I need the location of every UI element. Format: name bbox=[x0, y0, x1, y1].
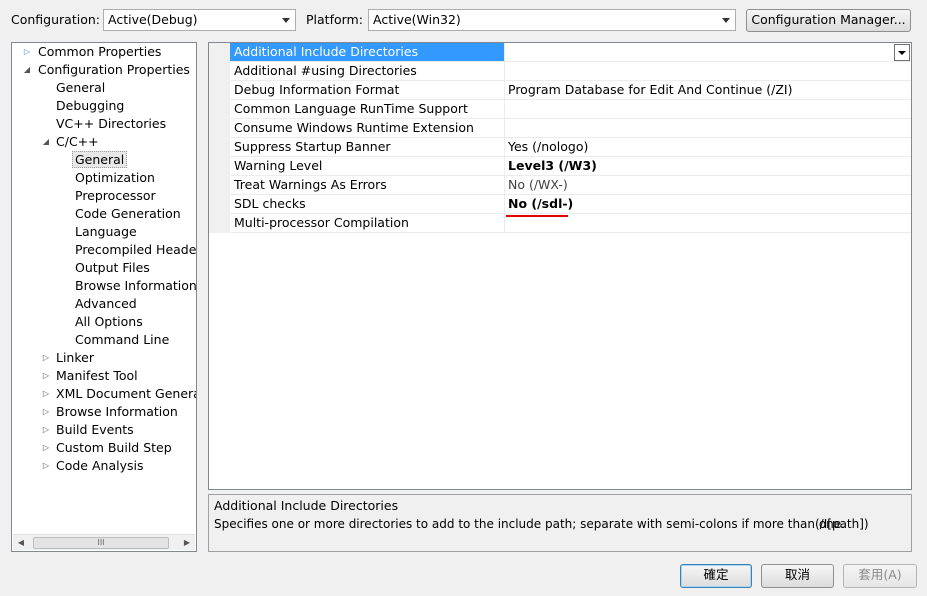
property-value[interactable] bbox=[504, 43, 911, 62]
property-name: Warning Level bbox=[230, 157, 504, 176]
property-row[interactable]: Debug Information Format Program Databas… bbox=[209, 81, 911, 100]
row-gutter bbox=[209, 138, 230, 157]
property-name: Consume Windows Runtime Extension bbox=[230, 119, 504, 138]
platform-value: Active(Win32) bbox=[373, 12, 461, 27]
tree-item-custom-build-step[interactable]: ▷ Custom Build Step bbox=[41, 439, 174, 457]
expand-arrow-icon[interactable]: ▷ bbox=[41, 461, 51, 471]
property-row[interactable]: Warning Level Level3 (/W3) bbox=[209, 157, 911, 176]
tree-item-cpp-all-options[interactable]: All Options bbox=[73, 313, 145, 331]
row-gutter bbox=[209, 214, 230, 233]
tree-item-cpp-browse-information[interactable]: Browse Information bbox=[73, 277, 196, 295]
property-row[interactable]: Additional #using Directories bbox=[209, 62, 911, 81]
scrollbar-thumb[interactable]: III bbox=[33, 537, 169, 549]
tree-item-cpp-output-files[interactable]: Output Files bbox=[73, 259, 152, 277]
tree-item-common-properties[interactable]: ▷ Common Properties bbox=[22, 43, 163, 61]
tree-item-browse-information[interactable]: ▷ Browse Information bbox=[41, 403, 180, 421]
property-name: Common Language RunTime Support bbox=[230, 100, 504, 119]
tree-item-manifest-tool[interactable]: ▷ Manifest Tool bbox=[41, 367, 140, 385]
collapse-arrow-icon[interactable]: ◢ bbox=[22, 65, 32, 75]
property-value[interactable] bbox=[504, 119, 911, 138]
row-gutter bbox=[209, 176, 230, 195]
property-row[interactable]: Additional Include Directories bbox=[209, 43, 911, 62]
annotation-underline bbox=[506, 215, 568, 217]
row-gutter bbox=[209, 81, 230, 100]
property-name: Debug Information Format bbox=[230, 81, 504, 100]
ok-button[interactable]: 確定 bbox=[680, 564, 752, 588]
tree-item-configuration-properties[interactable]: ◢ Configuration Properties bbox=[22, 61, 192, 79]
expand-arrow-icon[interactable]: ▷ bbox=[41, 425, 51, 435]
tree-item-code-analysis[interactable]: ▷ Code Analysis bbox=[41, 457, 145, 475]
property-name: SDL checks bbox=[230, 195, 504, 214]
expand-arrow-icon[interactable]: ▷ bbox=[41, 407, 51, 417]
cancel-button[interactable]: 取消 bbox=[761, 564, 834, 588]
platform-select[interactable]: Active(Win32) bbox=[368, 9, 736, 31]
tree-item-cpp-general[interactable]: General bbox=[72, 151, 128, 169]
chevron-down-icon bbox=[898, 51, 906, 55]
description-body: Specifies one or more directories to add… bbox=[214, 517, 845, 531]
tree-item-cpp-precompiled-headers[interactable]: Precompiled Headers bbox=[73, 241, 196, 259]
row-gutter bbox=[209, 195, 230, 214]
property-name: Treat Warnings As Errors bbox=[230, 176, 504, 195]
property-row[interactable]: Treat Warnings As Errors No (/WX-) bbox=[209, 176, 911, 195]
tree-item-linker[interactable]: ▷ Linker bbox=[41, 349, 96, 367]
property-value[interactable] bbox=[504, 62, 911, 81]
property-row[interactable]: SDL checks No (/sdl-) bbox=[209, 195, 911, 214]
value-dropdown-button[interactable] bbox=[894, 44, 910, 61]
property-name: Additional Include Directories bbox=[230, 43, 504, 62]
collapse-arrow-icon[interactable]: ◢ bbox=[41, 137, 51, 147]
property-value[interactable]: Level3 (/W3) bbox=[504, 157, 911, 176]
property-row[interactable]: Consume Windows Runtime Extension bbox=[209, 119, 911, 138]
property-row[interactable]: Suppress Startup Banner Yes (/nologo) bbox=[209, 138, 911, 157]
tree-item-c-cpp[interactable]: ◢ C/C++ bbox=[41, 133, 101, 151]
property-value[interactable]: No (/WX-) bbox=[504, 176, 911, 195]
tree-item-cpp-language[interactable]: Language bbox=[73, 223, 139, 241]
tree-item-cpp-code-generation[interactable]: Code Generation bbox=[73, 205, 183, 223]
apply-button[interactable]: 套用(A) bbox=[843, 564, 917, 588]
tree-item-cpp-command-line[interactable]: Command Line bbox=[73, 331, 171, 349]
expand-arrow-icon[interactable]: ▷ bbox=[41, 389, 51, 399]
property-tree[interactable]: ▷ Common Properties ◢ Configuration Prop… bbox=[11, 42, 197, 552]
property-value[interactable]: No (/sdl-) bbox=[504, 195, 911, 214]
property-row[interactable]: Common Language RunTime Support bbox=[209, 100, 911, 119]
platform-label: Platform: bbox=[306, 12, 363, 27]
tree-horizontal-scrollbar[interactable]: ◀ III ▶ bbox=[13, 534, 195, 550]
tree-item-cpp-optimization[interactable]: Optimization bbox=[73, 169, 157, 187]
description-switch: (/I[path]) bbox=[815, 517, 869, 531]
tree-item-general[interactable]: General bbox=[54, 79, 107, 97]
configuration-manager-button[interactable]: Configuration Manager... bbox=[746, 9, 911, 32]
description-panel: Additional Include Directories Specifies… bbox=[208, 494, 912, 552]
configuration-value: Active(Debug) bbox=[108, 12, 198, 27]
expand-arrow-icon[interactable]: ▷ bbox=[41, 353, 51, 363]
scroll-left-icon[interactable]: ◀ bbox=[13, 535, 29, 551]
chevron-down-icon bbox=[722, 18, 730, 23]
scroll-right-icon[interactable]: ▶ bbox=[179, 535, 195, 551]
row-gutter bbox=[209, 119, 230, 138]
expand-arrow-icon[interactable]: ▷ bbox=[41, 443, 51, 453]
row-gutter bbox=[209, 100, 230, 119]
configuration-select[interactable]: Active(Debug) bbox=[103, 9, 296, 31]
row-gutter bbox=[209, 43, 230, 62]
expand-arrow-icon[interactable]: ▷ bbox=[22, 47, 32, 57]
configuration-label: Configuration: bbox=[11, 12, 100, 27]
property-value[interactable] bbox=[504, 100, 911, 119]
property-value[interactable]: Yes (/nologo) bbox=[504, 138, 911, 157]
expand-arrow-icon[interactable]: ▷ bbox=[41, 371, 51, 381]
row-gutter bbox=[209, 62, 230, 81]
property-grid[interactable]: Additional Include Directories Additiona… bbox=[208, 42, 912, 490]
tree-item-cpp-preprocessor[interactable]: Preprocessor bbox=[73, 187, 158, 205]
property-name: Additional #using Directories bbox=[230, 62, 504, 81]
tree-item-cpp-advanced[interactable]: Advanced bbox=[73, 295, 139, 313]
property-name: Multi-processor Compilation bbox=[230, 214, 504, 233]
chevron-down-icon bbox=[282, 18, 290, 23]
tree-item-debugging[interactable]: Debugging bbox=[54, 97, 126, 115]
tree-item-xml-document-generator[interactable]: ▷ XML Document Generator bbox=[41, 385, 196, 403]
property-name: Suppress Startup Banner bbox=[230, 138, 504, 157]
property-value[interactable]: Program Database for Edit And Continue (… bbox=[504, 81, 911, 100]
tree-item-build-events[interactable]: ▷ Build Events bbox=[41, 421, 136, 439]
row-gutter bbox=[209, 157, 230, 176]
tree-item-vc-directories[interactable]: VC++ Directories bbox=[54, 115, 168, 133]
description-title: Additional Include Directories bbox=[214, 498, 399, 513]
